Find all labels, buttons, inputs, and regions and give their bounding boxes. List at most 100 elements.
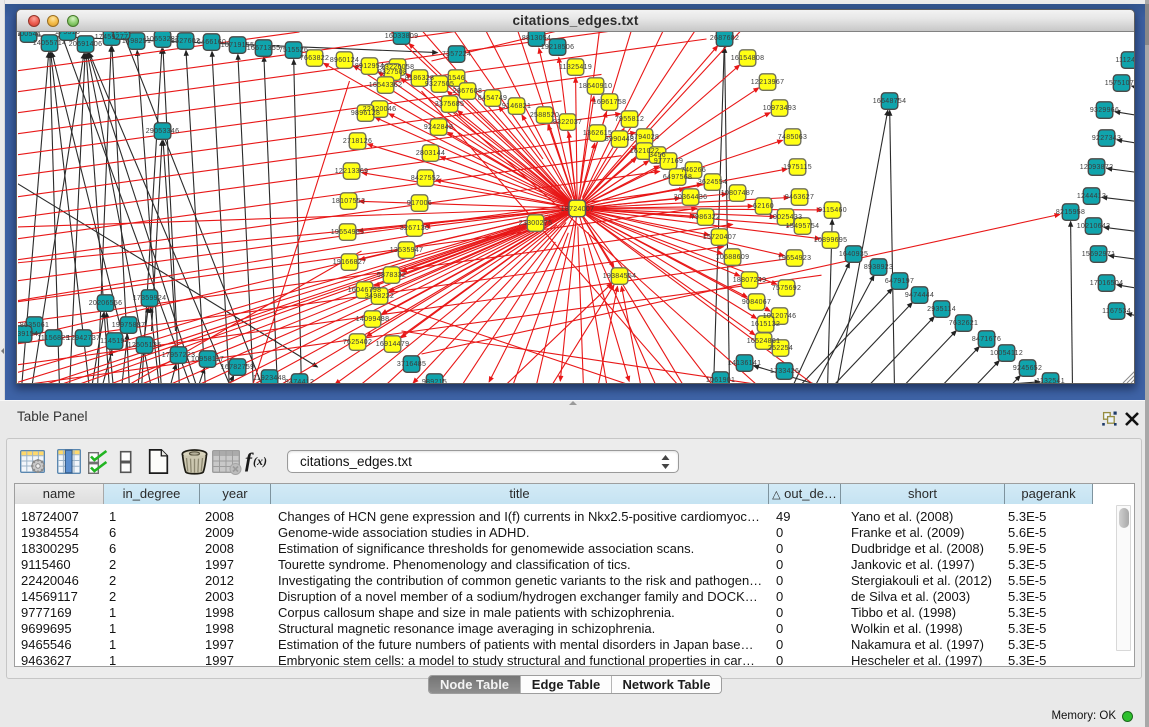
svg-text:16033809: 16033809	[384, 33, 418, 40]
svg-text:8635061: 8635061	[19, 322, 48, 329]
svg-text:10807487: 10807487	[720, 190, 754, 197]
svg-text:16671355: 16671355	[246, 45, 280, 52]
svg-text:16543362: 16543362	[368, 82, 402, 89]
svg-text:8454749: 8454749	[477, 95, 506, 102]
svg-text:175316: 175316	[54, 32, 79, 36]
svg-text:1733426: 1733426	[769, 368, 798, 375]
svg-text:7485063: 7485063	[777, 134, 806, 141]
svg-text:7357224: 7357224	[441, 51, 470, 58]
svg-text:23300275: 23300275	[518, 220, 552, 227]
svg-text:12505135: 12505135	[127, 342, 161, 349]
svg-text:1167534: 1167534	[1102, 308, 1131, 315]
svg-text:3375685: 3375685	[434, 101, 463, 108]
svg-text:16914479: 16914479	[375, 341, 409, 348]
svg-text:9227343: 9227343	[1091, 135, 1120, 142]
svg-text:3716485: 3716485	[396, 361, 425, 368]
svg-text:3267130: 3267130	[399, 225, 428, 232]
svg-text:7986322: 7986322	[690, 214, 719, 221]
svg-text:9463627: 9463627	[784, 194, 813, 201]
svg-text:3624554: 3624554	[697, 179, 726, 186]
svg-text:9245652: 9245652	[1012, 365, 1041, 372]
svg-text:7515526: 7515526	[278, 47, 307, 54]
svg-text:917006: 917006	[406, 200, 431, 207]
svg-text:9084067: 9084067	[741, 299, 770, 306]
svg-text:9146821: 9146821	[501, 103, 530, 110]
svg-text:19654923: 19654923	[777, 255, 811, 262]
svg-text:10210643: 10210643	[1076, 223, 1110, 230]
svg-text:1112468: 1112468	[1115, 57, 1135, 64]
svg-text:2803144: 2803144	[415, 150, 444, 157]
svg-text:15720407: 15720407	[702, 234, 736, 241]
svg-text:80731: 80731	[111, 32, 132, 35]
svg-text:20364436: 20364436	[673, 194, 707, 201]
svg-text:2718126: 2718126	[342, 138, 371, 145]
svg-text:1975115: 1975115	[783, 164, 812, 171]
svg-text:9474444: 9474444	[904, 292, 933, 299]
svg-text:29053346: 29053346	[145, 128, 179, 135]
svg-text:11325419: 11325419	[558, 64, 591, 71]
svg-text:1132541: 1132541	[1036, 378, 1065, 384]
svg-text:7955812: 7955812	[614, 116, 643, 123]
svg-text:2687682: 2687682	[709, 35, 738, 42]
svg-text:9327508: 9327508	[377, 69, 406, 76]
svg-text:6479197: 6479197	[884, 278, 913, 285]
svg-text:252254: 252254	[767, 345, 792, 352]
svg-text:1244413: 1244413	[1076, 193, 1105, 200]
svg-text:7632621: 7632621	[948, 320, 977, 327]
svg-text:8215958: 8215958	[1055, 209, 1084, 216]
svg-text:8322037: 8322037	[552, 119, 581, 126]
svg-text:9474412: 9474412	[284, 379, 313, 384]
svg-text:7575692: 7575692	[771, 285, 800, 292]
svg-text:15751074: 15751074	[1104, 80, 1135, 87]
svg-text:9242848: 9242848	[423, 124, 452, 131]
svg-text:19384554: 19384554	[602, 273, 636, 280]
svg-text:14099488: 14099488	[355, 316, 389, 323]
svg-text:20691406: 20691406	[68, 41, 102, 48]
svg-text:(x): (x)	[253, 454, 267, 468]
svg-text:13535947: 13535947	[389, 247, 423, 254]
svg-text:2588520: 2588520	[529, 112, 558, 119]
svg-text:16961758: 16961758	[592, 99, 626, 106]
svg-text:2867608: 2867608	[452, 88, 481, 95]
svg-text:6794028: 6794028	[629, 134, 658, 141]
svg-text:12093872: 12093872	[1079, 164, 1113, 171]
svg-text:62160: 62160	[753, 203, 774, 210]
svg-text:17359924: 17359924	[132, 295, 166, 302]
svg-text:18640910: 18640910	[578, 83, 612, 90]
svg-text:989215: 989215	[421, 379, 446, 384]
svg-text:19654985: 19654985	[330, 229, 364, 236]
svg-text:5878332: 5878332	[376, 272, 405, 279]
svg-text:6497568: 6497568	[662, 174, 691, 181]
svg-text:17016504: 17016504	[1089, 280, 1123, 287]
svg-text:8427552: 8427552	[410, 175, 439, 182]
svg-text:1546: 1546	[448, 75, 465, 82]
svg-text:20206556: 20206556	[88, 300, 122, 307]
svg-text:1527602: 1527602	[170, 38, 199, 45]
svg-text:14136141: 14136141	[727, 360, 761, 367]
svg-text:18807249: 18807249	[732, 277, 766, 284]
svg-text:7625402: 7625402	[342, 339, 371, 346]
svg-text:1061901: 1061901	[705, 377, 734, 384]
svg-text:10054112: 10054112	[989, 350, 1022, 357]
svg-text:16524861: 16524861	[746, 338, 780, 345]
svg-text:12213369: 12213369	[334, 168, 368, 175]
svg-text:16648754: 16648754	[872, 98, 906, 105]
svg-text:11156829: 11156829	[37, 335, 70, 342]
svg-text:7663822: 7663822	[299, 55, 328, 62]
svg-text:10899695: 10899695	[813, 237, 847, 244]
svg-text:2935114: 2935114	[927, 306, 956, 313]
svg-text:12942737: 12942737	[66, 335, 100, 342]
svg-text:900544: 900544	[18, 32, 41, 38]
svg-text:9327505: 9327505	[424, 81, 453, 88]
svg-text:16154808: 16154808	[730, 55, 764, 62]
svg-text:746266: 746266	[680, 167, 705, 174]
svg-text:1615132: 1615132	[750, 321, 779, 328]
svg-text:10025433: 10025433	[768, 214, 802, 221]
svg-text:9896128: 9896128	[350, 110, 379, 117]
svg-text:1145194: 1145194	[100, 338, 129, 345]
svg-text:19166827: 19166827	[332, 259, 366, 266]
svg-text:15495754: 15495754	[785, 223, 819, 230]
svg-text:15692971: 15692971	[1081, 251, 1115, 258]
svg-text:9329966: 9329966	[1089, 107, 1118, 114]
svg-text:10688609: 10688609	[715, 254, 749, 261]
